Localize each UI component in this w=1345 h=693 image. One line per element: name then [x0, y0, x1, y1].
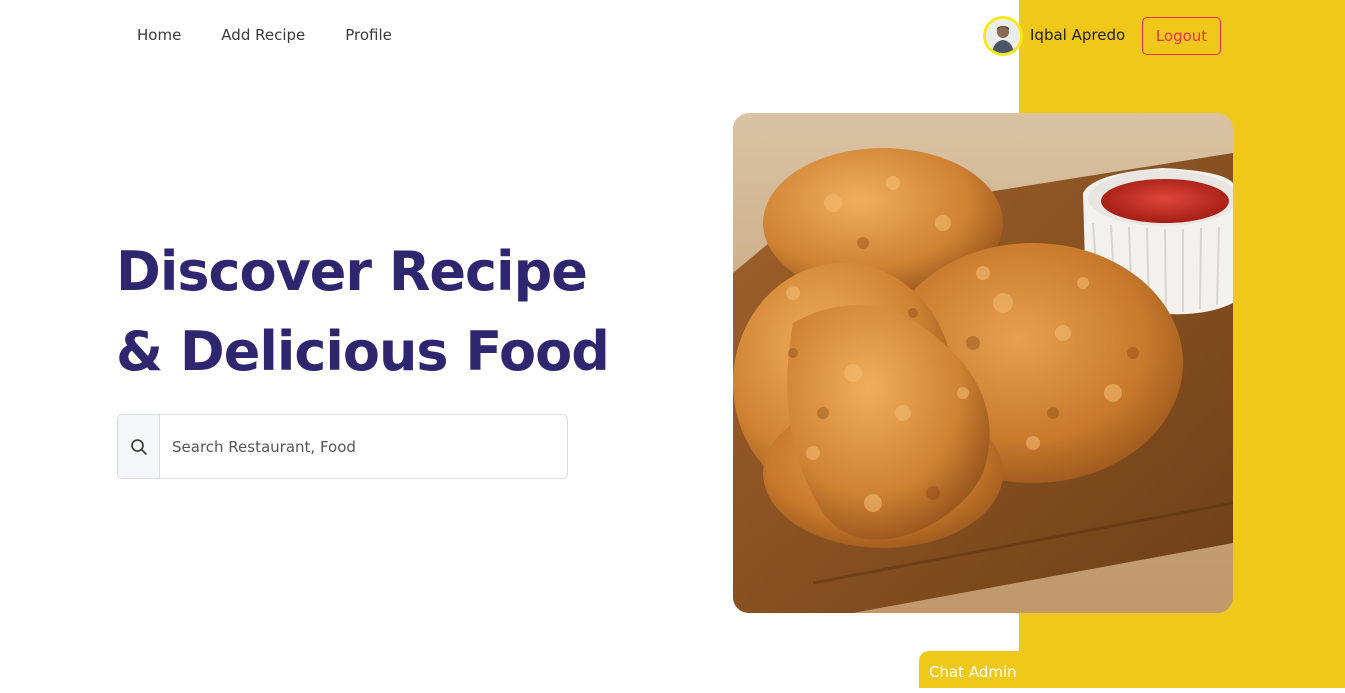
nav-profile[interactable]: Profile	[345, 24, 392, 46]
logout-button[interactable]: Logout	[1142, 17, 1221, 55]
search-box	[117, 414, 568, 479]
nav-add-recipe[interactable]: Add Recipe	[221, 24, 305, 46]
search-input[interactable]	[160, 415, 567, 478]
hero-title-line-2: & Delicious Food	[116, 320, 610, 383]
nav-home[interactable]: Home	[137, 24, 181, 46]
fried-chicken-image	[733, 113, 1233, 613]
avatar[interactable]	[983, 16, 1023, 56]
hero-title: Discover Recipe & Delicious Food	[116, 232, 610, 392]
user-name[interactable]: Iqbal Apredo	[1030, 24, 1125, 46]
search-icon[interactable]	[118, 415, 160, 478]
main-nav: Home Add Recipe Profile	[137, 24, 432, 46]
hero-title-line-1: Discover Recipe	[116, 240, 588, 303]
chat-admin-button[interactable]: Chat Admin	[919, 651, 1019, 688]
